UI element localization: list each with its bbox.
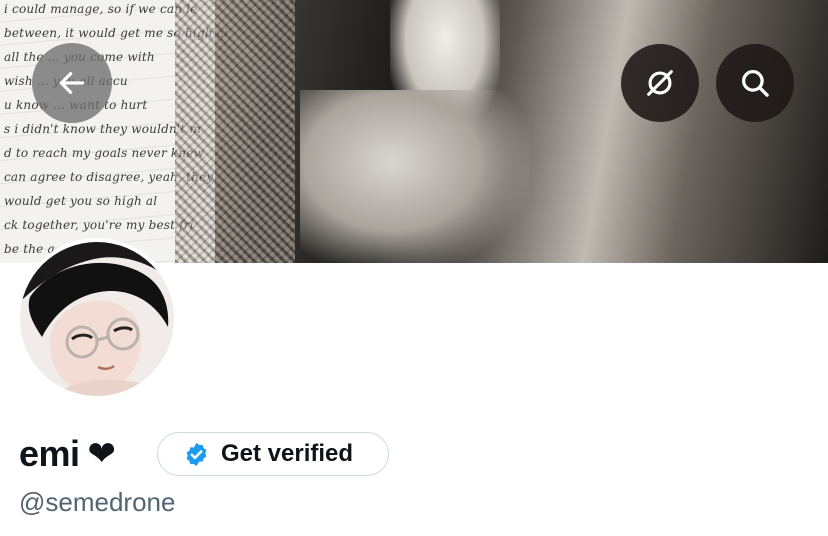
profile-banner[interactable]: i could manage, so if we can le between,…: [0, 0, 828, 263]
search-button[interactable]: [716, 44, 794, 122]
profile-handle: @semedrone: [19, 487, 176, 517]
banner-scribble-line: would get you so high al: [4, 194, 158, 208]
verified-badge-icon: [186, 442, 207, 466]
banner-lace-texture: [175, 0, 295, 263]
search-icon: [742, 70, 769, 97]
banner-scribble-line: ck together, you're my best fri: [4, 218, 194, 232]
back-button[interactable]: [32, 43, 112, 123]
display-name-text: emi: [19, 433, 80, 474]
banner-scribble-line: s i didn't know they wouldn't m: [4, 122, 202, 136]
arrow-left-icon: [59, 72, 85, 94]
get-verified-label: Get verified: [221, 440, 354, 467]
banner-wing-shape: [300, 90, 530, 263]
banner-scribble-line: i could manage, so if we can le: [4, 2, 198, 16]
heart-emoji: ❤: [87, 434, 117, 474]
eye-slash-circle-icon: [647, 70, 673, 96]
avatar[interactable]: [16, 238, 178, 400]
hide-profile-button[interactable]: [621, 44, 699, 122]
avatar-image: [20, 242, 174, 396]
avatar-illustration: [20, 242, 174, 396]
profile-display-name: emi ❤: [19, 430, 116, 478]
get-verified-button[interactable]: Get verified: [157, 432, 389, 476]
